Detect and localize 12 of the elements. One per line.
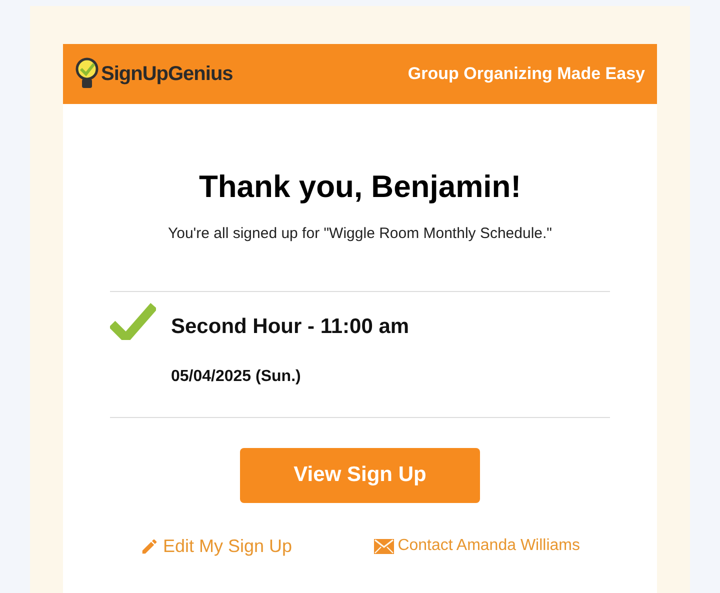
envelope-icon	[374, 538, 394, 554]
contact-link[interactable]: Contact Amanda Williams	[374, 532, 580, 560]
pencil-icon	[140, 536, 159, 556]
slot-date: 05/04/2025 (Sun.)	[171, 366, 302, 386]
logo-text: SignUpGenius	[101, 62, 233, 87]
edit-sign-up-link[interactable]: Edit My Sign Up	[140, 532, 292, 560]
thank-you-heading: Thank you, Benjamin!	[198, 168, 522, 206]
view-sign-up-button[interactable]: View Sign Up	[240, 448, 480, 502]
tagline: Group Organizing Made Easy	[408, 63, 645, 86]
lightbulb-icon	[75, 57, 99, 91]
subtitle: You're all signed up for "Wiggle Room Monthly Schedule."	[168, 224, 552, 244]
slot-name: Second Hour - 11:00 am	[171, 314, 410, 340]
